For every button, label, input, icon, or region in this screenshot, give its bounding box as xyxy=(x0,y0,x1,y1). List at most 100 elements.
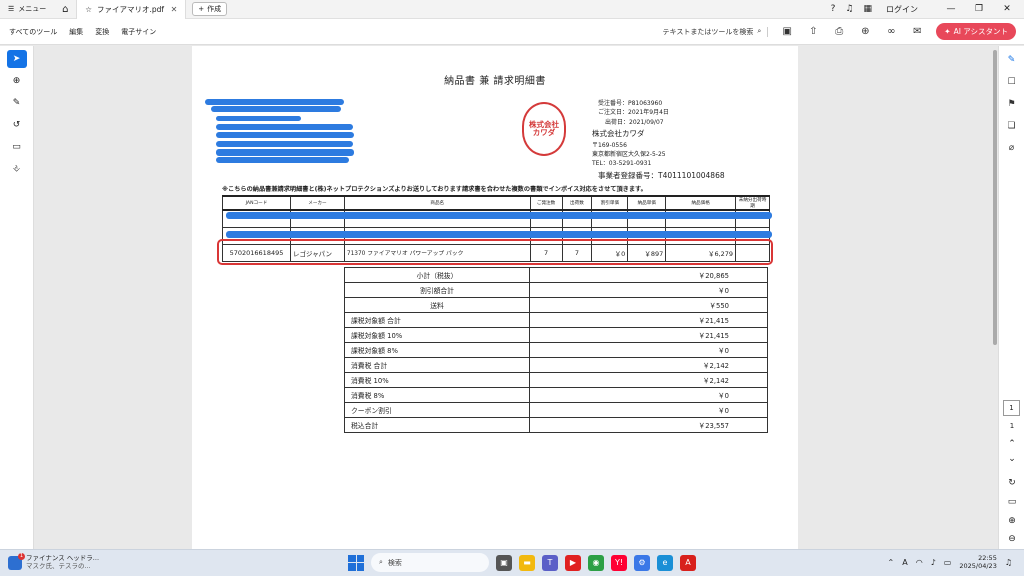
redaction-mark xyxy=(216,141,353,147)
help-icon[interactable]: ? xyxy=(831,4,836,14)
totals-value: ￥20,865 xyxy=(529,267,768,283)
page-down-icon[interactable]: ⌄ xyxy=(999,454,1024,464)
window-close-icon[interactable]: ✕ xyxy=(998,4,1016,14)
totals-value: ￥550 xyxy=(529,297,768,313)
totals-label: 課税対象額 8% xyxy=(344,342,530,358)
tray-chevron-icon[interactable]: ⌃ xyxy=(888,558,895,567)
share-icon[interactable]: ⊕ xyxy=(858,26,872,37)
battery-icon[interactable]: ▭ xyxy=(944,558,952,567)
zoom-icon[interactable]: ⊕ xyxy=(7,72,27,90)
clock-date: 2025/04/23 xyxy=(959,562,997,571)
maximize-icon[interactable]: ❐ xyxy=(970,4,988,14)
redaction-mark xyxy=(226,212,772,219)
news-widget[interactable]: 1 ファイナンス ヘッドラ... マスク氏、テスラの... xyxy=(0,553,170,571)
clock-time: 22:55 xyxy=(978,554,997,562)
vendor-company: 株式会社カワダ xyxy=(592,129,645,138)
totals-value: ￥21,415 xyxy=(529,327,768,343)
bookmark-icon[interactable]: ⚑ xyxy=(1004,97,1020,111)
highlight-box xyxy=(217,239,773,265)
totals-row: 税込合計 ￥23,557 xyxy=(344,417,768,433)
order-date: ご注文日：2021年9月4日 xyxy=(598,109,669,116)
redaction-mark xyxy=(205,99,344,105)
lasso-icon[interactable]: ↺ xyxy=(7,116,27,134)
wifi-icon[interactable]: ◠ xyxy=(916,558,923,567)
youtube-icon[interactable]: ▶ xyxy=(565,554,581,571)
vendor-tel: TEL：03-5291-0931 xyxy=(592,160,652,167)
vendor-registration: 事業者登録番号：T4011101004868 xyxy=(598,171,725,180)
teams-icon[interactable]: T xyxy=(542,554,558,571)
plus-icon: + xyxy=(198,5,205,13)
totals-label: 課税対象額 10% xyxy=(344,327,530,343)
pages-icon[interactable]: ❏ xyxy=(1004,119,1020,133)
totals-label: 送料 xyxy=(344,297,530,313)
scrollbar-thumb[interactable] xyxy=(993,50,997,345)
comment-panel-icon[interactable]: ☐ xyxy=(1004,75,1020,89)
totals-value: ￥2,142 xyxy=(529,372,768,388)
yahoo-icon[interactable]: Y! xyxy=(611,554,627,571)
totals-label: 小計（税抜） xyxy=(344,267,530,283)
search-label: テキストまたはツールを検索 xyxy=(662,27,754,36)
mail-icon[interactable]: ✉ xyxy=(910,26,924,37)
pen-icon[interactable]: ✎ xyxy=(7,94,27,112)
star-icon[interactable]: ☆ xyxy=(85,5,92,14)
minimize-icon[interactable]: — xyxy=(942,4,960,14)
rotate-icon[interactable]: ↻ xyxy=(999,478,1024,488)
print-icon[interactable]: ⎙ xyxy=(832,26,846,37)
settings-icon[interactable]: ⚙ xyxy=(634,554,650,571)
acrobat-icon[interactable]: A xyxy=(680,554,696,571)
upload-icon[interactable]: ⇧ xyxy=(806,26,820,37)
close-tab-icon[interactable]: ✕ xyxy=(171,5,178,14)
col-header: 出荷数 xyxy=(561,195,593,211)
col-header: 納品価格 xyxy=(665,195,737,211)
ai-assistant-button[interactable]: ✦ AI アシスタント xyxy=(936,23,1016,40)
menu-convert[interactable]: 変換 xyxy=(95,27,109,37)
menu-label: メニュー xyxy=(18,5,47,13)
news-badge: 1 xyxy=(18,553,25,560)
bell-icon[interactable]: ♫ xyxy=(845,4,853,14)
create-button[interactable]: + 作成 xyxy=(192,2,228,16)
menu-all-tools[interactable]: すべてのツール xyxy=(9,27,57,37)
menu-button[interactable]: ☰ メニュー xyxy=(0,0,54,19)
ime-icon[interactable]: A xyxy=(902,558,907,567)
select-cursor-icon[interactable]: ➤ xyxy=(6,50,27,68)
taskbar-search[interactable]: ⌕ 検索 xyxy=(371,553,489,572)
totals-label: 課税対象額 合計 xyxy=(344,312,530,328)
zoom-out-icon[interactable]: ⊖ xyxy=(999,534,1024,544)
home-icon[interactable]: ⌂ xyxy=(54,4,76,15)
invoice-notice: ※こちらの納品書兼請求明細書と(株)ネットプロテクションズよりお送りしております… xyxy=(222,186,647,193)
apps-grid-icon[interactable]: ▦ xyxy=(863,4,872,14)
stamp-icon[interactable]: ⎀ xyxy=(7,160,27,178)
vendor-address: 東京都新宿区大久保2-5-25 xyxy=(592,151,666,158)
col-header: 割引単価 xyxy=(591,195,629,211)
menu-esign[interactable]: 電子サイン xyxy=(121,27,156,37)
system-clock[interactable]: 22:55 2025/04/23 xyxy=(959,554,996,570)
volume-icon[interactable]: ♪ xyxy=(931,558,936,567)
attachment-icon[interactable]: ⌀ xyxy=(1004,141,1020,155)
totals-row: 送料 ￥550 xyxy=(344,297,768,313)
tool-search[interactable]: テキストまたはツールを検索 ⌕ xyxy=(662,26,769,37)
document-tab[interactable]: ☆ ファイアマリオ.pdf ✕ xyxy=(76,0,187,19)
page-number-input[interactable]: 1 xyxy=(1003,400,1020,416)
menu-edit[interactable]: 編集 xyxy=(69,27,83,37)
totals-label: 税込合計 xyxy=(344,417,530,433)
redaction-mark xyxy=(216,132,354,138)
link-icon[interactable]: ∞ xyxy=(884,26,898,37)
company-seal: 株式会社カワダ xyxy=(522,102,566,156)
edit-pdf-icon[interactable]: ✎ xyxy=(1004,53,1020,67)
page-up-icon[interactable]: ⌃ xyxy=(999,439,1024,449)
comment-icon[interactable]: ▭ xyxy=(7,138,27,156)
task-view-icon[interactable]: ▣ xyxy=(496,554,512,571)
edge-icon[interactable]: e xyxy=(657,554,673,571)
redaction-mark xyxy=(216,157,349,163)
start-button[interactable] xyxy=(348,554,364,571)
notification-bell-icon[interactable]: ♫ xyxy=(1005,558,1012,567)
page-nav-icon[interactable]: ▭ xyxy=(999,497,1024,507)
totals-row: 割引額合計 ￥0 xyxy=(344,282,768,298)
tab-title: ファイアマリオ.pdf xyxy=(97,4,165,14)
login-button[interactable]: ログイン xyxy=(886,4,918,15)
file-explorer-icon[interactable]: ▬ xyxy=(519,554,535,571)
zoom-in-icon[interactable]: ⊕ xyxy=(999,516,1024,526)
totals-label: 消費税 合計 xyxy=(344,357,530,373)
chrome-icon[interactable]: ◉ xyxy=(588,554,604,571)
save-icon[interactable]: ▣ xyxy=(780,26,794,37)
